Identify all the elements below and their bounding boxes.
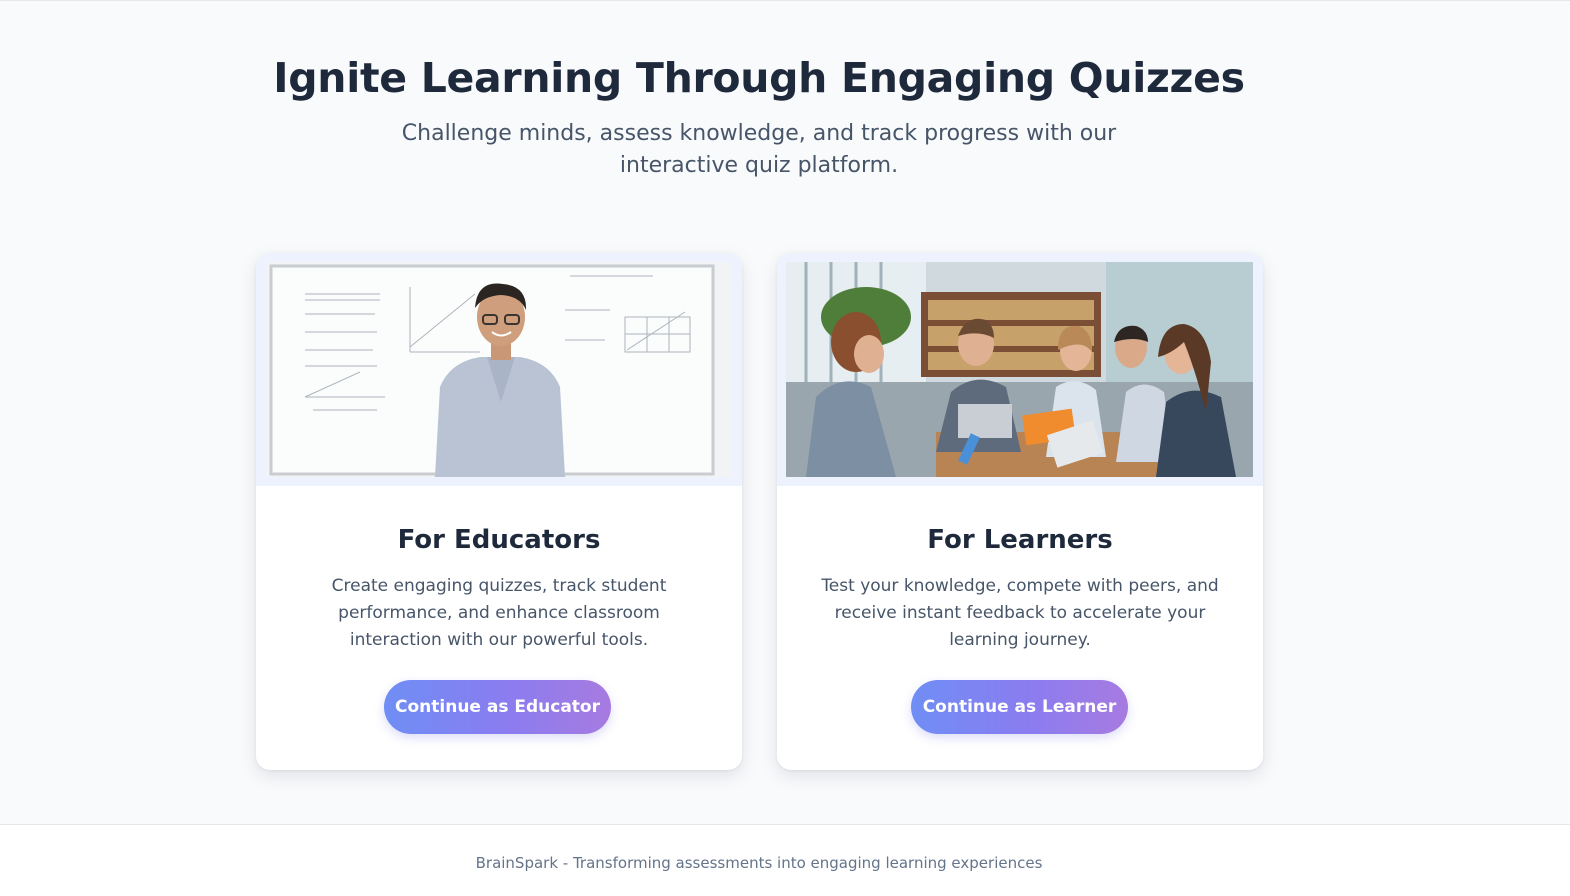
educator-card-description: Create engaging quizzes, track student p…: [331, 576, 667, 650]
footer: BrainSpark - Transforming assessments in…: [0, 824, 1570, 896]
educator-card: For Educators Create engaging quizzes, t…: [256, 253, 742, 770]
learner-card-title: For Learners: [927, 525, 1113, 555]
learner-image-frame: [777, 253, 1263, 486]
top-divider: [0, 0, 1570, 1]
continue-as-educator-button[interactable]: Continue as Educator: [384, 680, 611, 734]
hero-title: Ignite Learning Through Engaging Quizzes: [273, 54, 1245, 102]
teacher-at-whiteboard-image: [265, 262, 732, 477]
footer-text: BrainSpark - Transforming assessments in…: [475, 854, 1043, 872]
learner-card-description: Test your knowledge, compete with peers,…: [821, 576, 1219, 650]
hero-subtitle: Challenge minds, assess knowledge, and t…: [401, 121, 1117, 178]
learner-card: For Learners Test your knowledge, compet…: [777, 253, 1263, 770]
students-with-laptops-image: [786, 262, 1253, 477]
continue-as-learner-button[interactable]: Continue as Learner: [911, 680, 1128, 734]
educator-image-frame: [256, 253, 742, 486]
educator-card-title: For Educators: [397, 525, 601, 555]
